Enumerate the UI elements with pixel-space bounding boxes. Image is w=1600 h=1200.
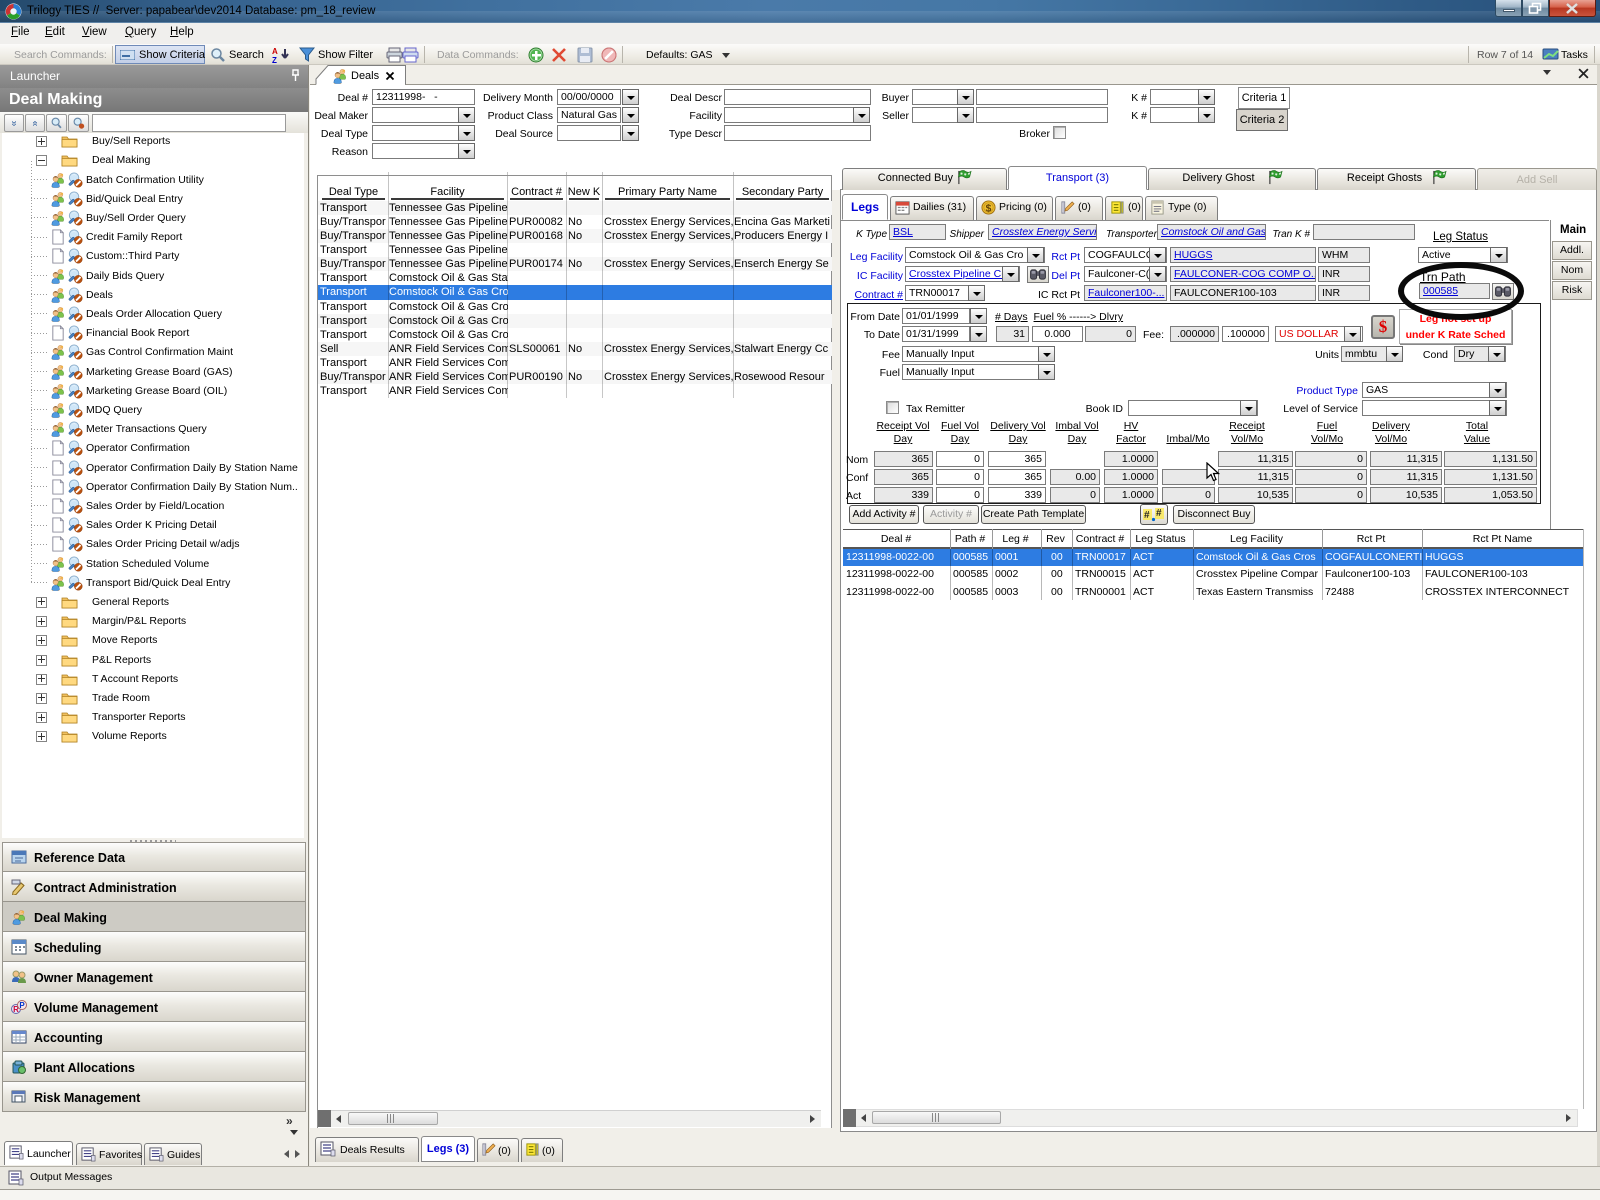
svg-text:A: A [272, 47, 278, 56]
svg-text:#: # [1144, 510, 1150, 521]
svg-text:#: # [1156, 508, 1162, 519]
svg-text:Z: Z [272, 56, 277, 64]
svg-text:P: P [19, 1001, 25, 1010]
